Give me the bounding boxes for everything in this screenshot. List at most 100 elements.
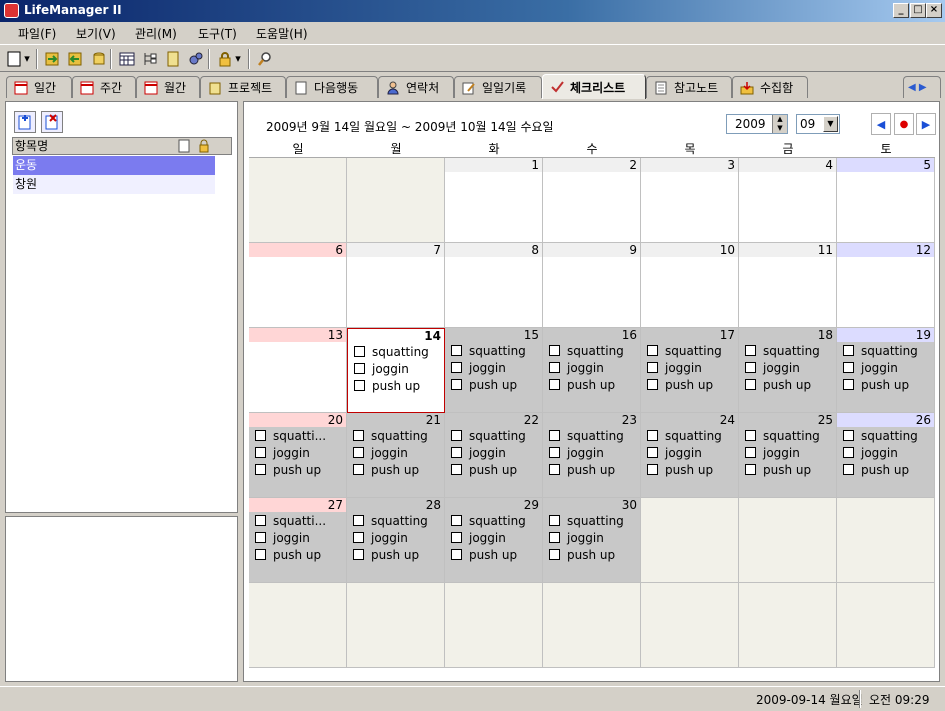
checkbox[interactable] (647, 362, 658, 373)
calendar-day-cell[interactable]: 8 (445, 243, 543, 328)
checklist-entry[interactable]: squatting (641, 342, 738, 359)
checkbox[interactable] (255, 464, 266, 475)
checklist-entry[interactable]: joggin (739, 444, 836, 461)
calendar-day-cell[interactable]: 4 (739, 158, 837, 243)
checkbox[interactable] (549, 447, 560, 458)
checklist-entry[interactable]: push up (641, 376, 738, 393)
checklist-entry[interactable]: squatting (543, 427, 640, 444)
checklist-entry[interactable]: push up (641, 461, 738, 478)
calendar-day-cell[interactable]: 25 squatting joggin push up (739, 413, 837, 498)
checklist-entry[interactable]: squatti... (249, 427, 346, 444)
menu-help[interactable]: 도움말(H) (256, 25, 308, 42)
checkbox[interactable] (549, 345, 560, 356)
checklist-entry[interactable]: joggin (347, 444, 444, 461)
today-button[interactable]: ● (894, 113, 914, 135)
calendar-day-cell[interactable]: 21 squatting joggin push up (347, 413, 445, 498)
tab-checklist[interactable]: 체크리스트 (542, 74, 646, 99)
prev-month-button[interactable]: ◀ (871, 113, 891, 135)
checkbox[interactable] (354, 346, 365, 357)
checklist-entry[interactable]: squatting (445, 342, 542, 359)
checkbox[interactable] (843, 430, 854, 441)
calendar-day-cell[interactable] (641, 498, 739, 583)
checklist-entry[interactable]: push up (347, 546, 444, 563)
calendar-day-cell[interactable] (739, 498, 837, 583)
checkbox[interactable] (255, 515, 266, 526)
tab-monthly[interactable]: 월간 (136, 76, 200, 98)
checklist-entry[interactable]: joggin (641, 444, 738, 461)
tab-next-action[interactable]: 다음행동 (286, 76, 378, 98)
checkbox[interactable] (843, 464, 854, 475)
calendar-icon[interactable] (118, 50, 135, 67)
checklist-entry[interactable]: push up (445, 546, 542, 563)
lock-icon[interactable] (216, 50, 233, 67)
checkbox[interactable] (647, 379, 658, 390)
menu-view[interactable]: 보기(V) (76, 25, 116, 42)
checklist-entry[interactable]: squatting (543, 512, 640, 529)
checkbox[interactable] (353, 464, 364, 475)
dropdown-arrow-icon[interactable]: ▾ (22, 50, 32, 67)
calendar-day-cell[interactable]: 7 (347, 243, 445, 328)
checkbox[interactable] (451, 345, 462, 356)
minimize-button[interactable]: _ (893, 3, 909, 18)
checkbox[interactable] (843, 345, 854, 356)
month-select[interactable]: 09 ▼ (796, 114, 840, 134)
checklist-entry[interactable]: joggin (739, 359, 836, 376)
checklist-entry[interactable]: joggin (249, 444, 346, 461)
checkbox[interactable] (647, 464, 658, 475)
checklist-entry[interactable]: push up (739, 461, 836, 478)
checklist-entry[interactable]: joggin (445, 444, 542, 461)
checkbox[interactable] (549, 549, 560, 560)
list-item[interactable]: 창원 (13, 175, 215, 194)
checklist-entry[interactable]: push up (543, 376, 640, 393)
checklist-entry[interactable]: squatting (347, 512, 444, 529)
checklist-entry[interactable]: push up (445, 376, 542, 393)
tab-project[interactable]: 프로젝트 (200, 76, 286, 98)
maximize-button[interactable]: □ (910, 3, 926, 18)
calendar-day-cell[interactable] (249, 583, 347, 668)
checkbox[interactable] (549, 430, 560, 441)
menu-manage[interactable]: 관리(M) (135, 25, 177, 42)
checkbox[interactable] (843, 447, 854, 458)
checkbox[interactable] (451, 549, 462, 560)
checklist-entry[interactable]: squatting (739, 427, 836, 444)
calendar-day-cell[interactable]: 20 squatti... joggin push up (249, 413, 347, 498)
tab-scroll-buttons[interactable]: ◀ ▶ (903, 76, 941, 98)
calendar-day-cell[interactable]: 29 squatting joggin push up (445, 498, 543, 583)
checkbox[interactable] (451, 362, 462, 373)
calendar-day-cell[interactable]: 13 (249, 328, 347, 413)
calendar-day-cell[interactable]: 15 squatting joggin push up (445, 328, 543, 413)
list-item[interactable]: 운동 (13, 156, 215, 175)
checkbox[interactable] (549, 379, 560, 390)
calendar-day-cell[interactable] (249, 158, 347, 243)
tree-icon[interactable] (141, 50, 158, 67)
checkbox[interactable] (353, 549, 364, 560)
calendar-day-cell[interactable]: 17 squatting joggin push up (641, 328, 739, 413)
checkbox[interactable] (353, 515, 364, 526)
checklist-entry[interactable]: push up (739, 376, 836, 393)
database-icon[interactable] (90, 50, 107, 67)
calendar-day-cell[interactable]: 11 (739, 243, 837, 328)
checkbox[interactable] (549, 362, 560, 373)
checklist-entry[interactable]: squatting (445, 512, 542, 529)
checklist-entry[interactable]: squatting (739, 342, 836, 359)
checklist-entry[interactable]: squatting (348, 343, 444, 360)
checkbox[interactable] (549, 532, 560, 543)
checklist-entry[interactable]: push up (348, 377, 444, 394)
checkbox[interactable] (745, 379, 756, 390)
calendar-day-cell[interactable]: 24 squatting joggin push up (641, 413, 739, 498)
tab-daily[interactable]: 일간 (6, 76, 72, 98)
calendar-day-cell[interactable]: 22 squatting joggin push up (445, 413, 543, 498)
calendar-day-cell[interactable] (347, 158, 445, 243)
checklist-entry[interactable]: joggin (641, 359, 738, 376)
checkbox[interactable] (843, 362, 854, 373)
checkbox[interactable] (745, 345, 756, 356)
spinner-arrows-icon[interactable]: ▲ ▼ (772, 115, 787, 133)
checklist-entry[interactable]: squatting (837, 342, 934, 359)
item-detail-panel[interactable] (5, 516, 238, 682)
checkbox[interactable] (451, 464, 462, 475)
checkbox[interactable] (745, 464, 756, 475)
checklist-entry[interactable]: joggin (445, 529, 542, 546)
checkbox[interactable] (451, 532, 462, 543)
checkbox[interactable] (647, 345, 658, 356)
menu-tools[interactable]: 도구(T) (198, 25, 237, 42)
